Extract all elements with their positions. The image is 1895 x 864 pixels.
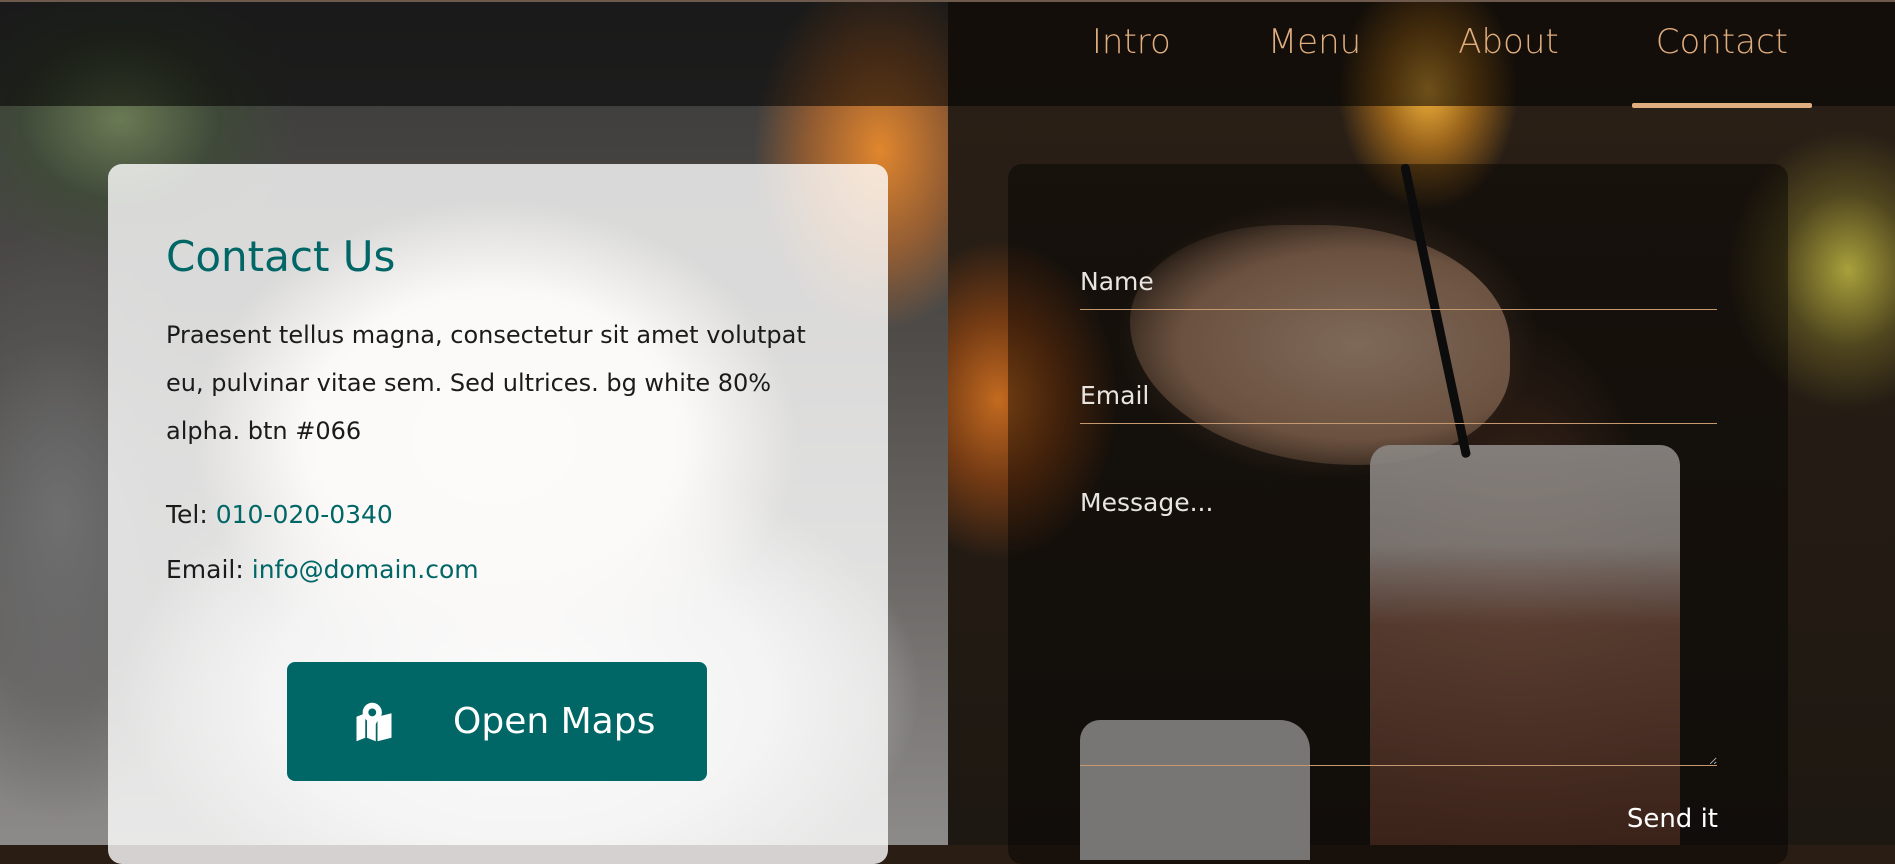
nav-link-about[interactable]: About — [1434, 2, 1583, 86]
contact-info-card: Contact Us Praesent tellus magna, consec… — [108, 164, 888, 864]
email-label: Email: — [166, 555, 244, 584]
send-button[interactable]: Send it — [1627, 804, 1718, 834]
open-maps-button[interactable]: Open Maps — [287, 662, 707, 781]
nav-link-menu[interactable]: Menu — [1244, 2, 1385, 86]
top-navbar: Intro Menu About Contact — [0, 0, 1895, 108]
contact-email: Email: info@domain.com — [166, 542, 830, 597]
contact-tel: Tel: 010-020-0340 — [166, 487, 830, 542]
contact-form-card: Send it — [1008, 164, 1788, 864]
message-textarea[interactable] — [1080, 488, 1717, 766]
open-maps-label: Open Maps — [453, 701, 656, 742]
tel-link[interactable]: 010-020-0340 — [216, 500, 393, 529]
name-input[interactable] — [1080, 262, 1717, 310]
contact-description: Praesent tellus magna, consectetur sit a… — [166, 321, 806, 445]
email-link[interactable]: info@domain.com — [252, 555, 479, 584]
tel-label: Tel: — [166, 500, 208, 529]
email-input[interactable] — [1080, 376, 1717, 424]
nav-links: Intro Menu About Contact — [1019, 2, 1813, 108]
contact-title: Contact Us — [166, 232, 396, 281]
map-marker-icon — [356, 702, 392, 741]
nav-link-intro[interactable]: Intro — [1068, 2, 1195, 86]
nav-link-contact[interactable]: Contact — [1631, 2, 1813, 108]
